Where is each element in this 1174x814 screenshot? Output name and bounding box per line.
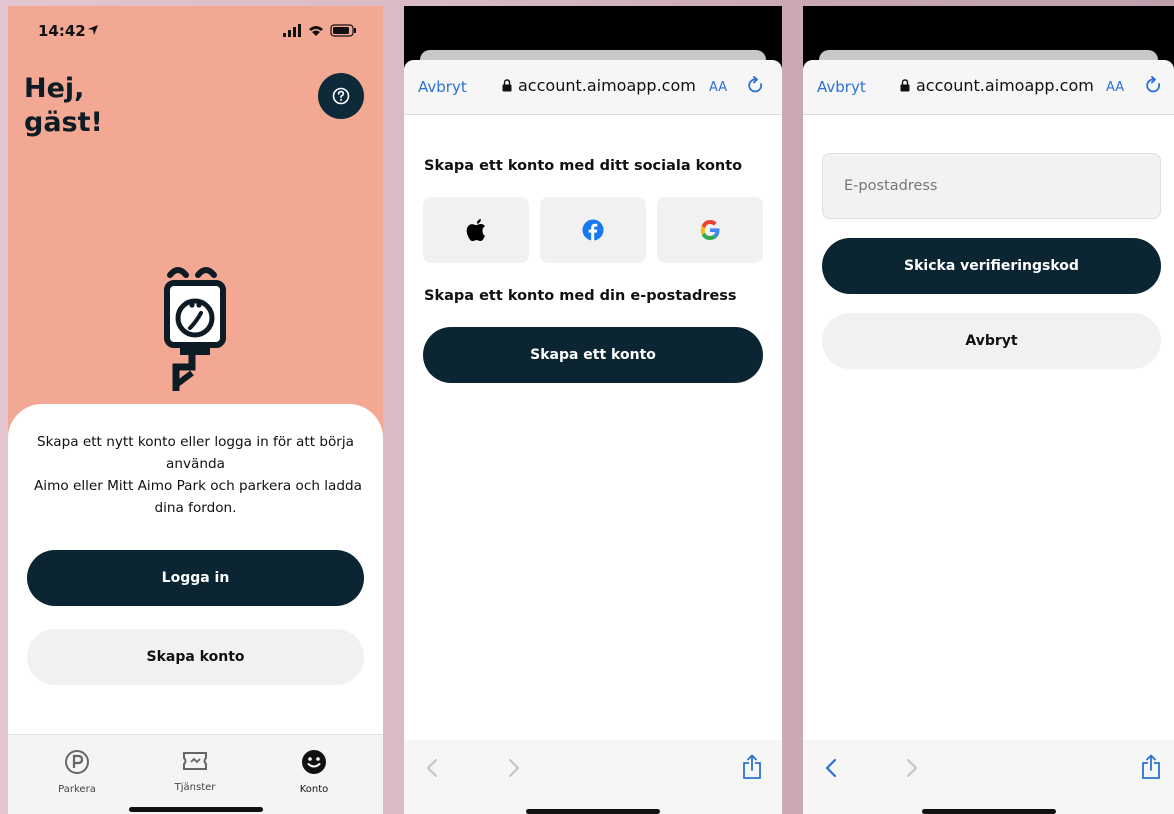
browser-screen-signup: Avbryt account.aimoapp.com AA Skapa ett …: [404, 6, 782, 814]
facebook-signin-button[interactable]: [540, 197, 646, 263]
reload-icon[interactable]: [1145, 76, 1163, 96]
greeting-line-2: gäst!: [24, 107, 103, 138]
facebook-icon: [582, 219, 604, 241]
browser-sheet: Avbryt account.aimoapp.com AA E-postadre…: [803, 60, 1174, 814]
greeting-line-1: Hej,: [24, 73, 85, 104]
google-icon: [700, 220, 720, 240]
greeting-title: Hej, gäst!: [24, 72, 103, 140]
browser-toolbar: Avbryt account.aimoapp.com AA: [803, 60, 1174, 115]
status-bar: 14:42: [8, 20, 383, 42]
google-signin-button[interactable]: [657, 197, 763, 263]
text-size-button[interactable]: AA: [709, 80, 727, 95]
reload-icon[interactable]: [747, 76, 765, 96]
forward-arrow-icon[interactable]: [508, 758, 520, 778]
browser-bottom-bar: [803, 740, 1174, 814]
share-icon[interactable]: [1141, 754, 1161, 780]
welcome-sheet: Skapa ett nytt konto eller logga in för …: [8, 404, 383, 744]
email-field[interactable]: E-postadress: [822, 153, 1161, 219]
intro-line-1: Skapa ett nytt konto eller logga in för …: [36, 434, 355, 450]
smiley-icon: [302, 750, 326, 774]
parking-icon: [65, 750, 89, 774]
signal-wifi-battery-icon: [283, 24, 356, 37]
tab-tjanster[interactable]: Tjänster: [150, 749, 240, 793]
ticket-icon: [183, 752, 207, 770]
back-arrow-icon[interactable]: [825, 758, 837, 778]
address-bar[interactable]: account.aimoapp.com: [502, 76, 696, 95]
login-button[interactable]: Logga in: [27, 550, 364, 606]
home-indicator: [921, 809, 1056, 814]
intro-line-2: använda: [166, 456, 225, 472]
create-account-button[interactable]: Skapa ett konto: [423, 327, 763, 383]
browser-cancel-link[interactable]: Avbryt: [418, 78, 467, 96]
apple-signin-button[interactable]: [423, 197, 529, 263]
create-account-button[interactable]: Skapa konto: [27, 629, 364, 685]
share-icon[interactable]: [742, 754, 762, 780]
address-bar[interactable]: account.aimoapp.com: [900, 76, 1094, 95]
send-verification-code-button[interactable]: Skicka verifieringskod: [822, 238, 1161, 294]
browser-screen-email: Avbryt account.aimoapp.com AA E-postadre…: [803, 6, 1174, 814]
lock-icon: [502, 79, 512, 92]
tab-label-konto: Konto: [299, 784, 329, 795]
status-time: 14:42: [38, 22, 86, 40]
home-indicator: [526, 809, 660, 814]
tab-bar: Parkera Tjänster Konto: [8, 734, 383, 814]
intro-line-4: dina fordon.: [154, 500, 237, 516]
email-signup-heading: Skapa ett konto med din e-postadress: [424, 288, 737, 304]
url-text: account.aimoapp.com: [916, 76, 1094, 95]
apple-icon: [466, 219, 485, 242]
app-screen-welcome: 14:42 Hej, gäst! Skapa ett nytt konto el…: [8, 6, 383, 814]
browser-sheet: Avbryt account.aimoapp.com AA Skapa ett …: [404, 60, 782, 814]
tab-label-tjanster: Tjänster: [174, 782, 216, 793]
intro-line-3: Aimo eller Mitt Aimo Park och parkera oc…: [34, 478, 362, 494]
help-button[interactable]: [318, 73, 364, 119]
home-indicator: [128, 807, 263, 812]
cancel-button[interactable]: Avbryt: [822, 313, 1161, 369]
tab-label-parkera: Parkera: [58, 784, 96, 795]
tab-parkera[interactable]: Parkera: [32, 749, 122, 795]
url-text: account.aimoapp.com: [518, 76, 696, 95]
social-signup-heading: Skapa ett konto med ditt sociala konto: [424, 158, 743, 174]
location-arrow-icon: [88, 25, 98, 35]
browser-cancel-link[interactable]: Avbryt: [817, 78, 866, 96]
browser-bottom-bar: [404, 740, 782, 814]
lock-icon: [900, 79, 910, 92]
intro-text: Skapa ett nytt konto eller logga in för …: [34, 431, 362, 519]
forward-arrow-icon[interactable]: [906, 758, 918, 778]
browser-toolbar: Avbryt account.aimoapp.com AA: [404, 60, 782, 115]
tab-konto[interactable]: Konto: [269, 749, 359, 795]
mascot-illustration: [164, 267, 226, 391]
back-arrow-icon[interactable]: [426, 758, 438, 778]
question-mark-icon: [332, 87, 350, 105]
text-size-button[interactable]: AA: [1106, 80, 1124, 95]
